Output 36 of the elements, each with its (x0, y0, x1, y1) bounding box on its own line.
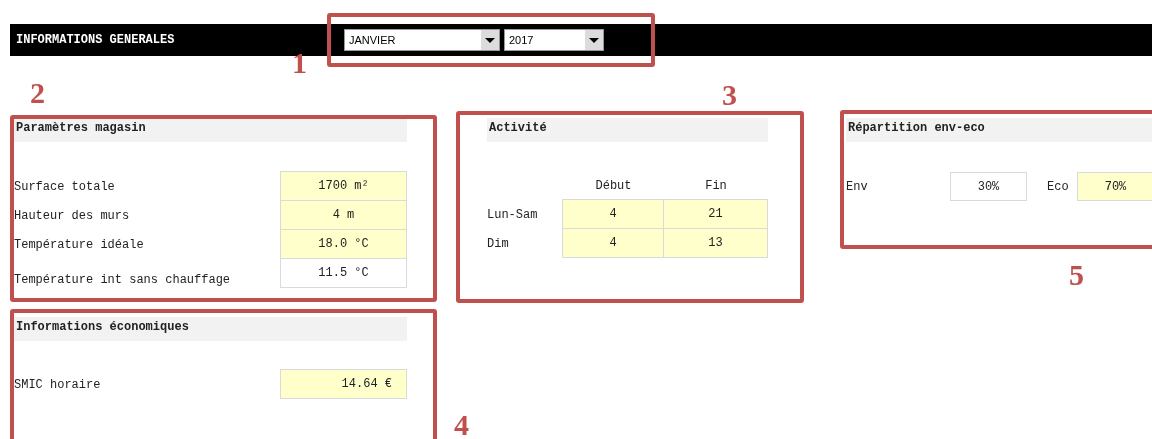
annotation-number: 2 (30, 78, 45, 108)
field-label: Hauteur des murs (14, 207, 131, 225)
caret-icon (585, 30, 603, 50)
field-label: Température int sans chauffage (14, 272, 232, 288)
value-cell[interactable]: 30% (950, 172, 1027, 201)
section-title: Informations économiques (14, 317, 407, 341)
value-cell[interactable]: 13 (663, 228, 768, 258)
dropdown[interactable]: JANVIER (344, 29, 500, 51)
field-label: Eco (1047, 178, 1070, 196)
value-cell[interactable]: 4 (562, 199, 664, 229)
annotation-number: 3 (722, 80, 737, 110)
section-title: Paramètres magasin (14, 118, 407, 142)
dropdown[interactable]: 2017 (504, 29, 604, 51)
field-label: SMIC horaire (14, 376, 102, 394)
value-cell[interactable]: 14.64 € (280, 369, 407, 399)
value-cell[interactable]: 4 m (280, 200, 407, 230)
header-title: INFORMATIONS GENERALES (16, 33, 176, 47)
value-cell[interactable]: 4 (562, 228, 664, 258)
field-label: Env (846, 178, 869, 196)
caret-icon (481, 30, 499, 50)
value-cell[interactable]: 18.0 °C (280, 229, 407, 259)
field-label: Surface totale (14, 178, 116, 196)
column-header: Fin (704, 177, 728, 195)
annotation-number: 5 (1069, 260, 1084, 290)
annotation-number: 1 (292, 48, 307, 78)
row-label: Dim (487, 235, 510, 253)
field-label: Température idéale (14, 236, 145, 254)
annotation-number: 4 (454, 410, 469, 439)
column-header: Début (594, 177, 633, 195)
value-cell[interactable]: 70% (1077, 172, 1152, 201)
value-cell[interactable]: 11.5 °C (280, 258, 407, 288)
section-title: Répartition env-eco (846, 118, 1152, 142)
section-title: Activité (487, 118, 768, 142)
value-cell[interactable]: 1700 m² (280, 171, 407, 201)
row-label: Lun-Sam (487, 206, 539, 224)
value-cell[interactable]: 21 (663, 199, 768, 229)
